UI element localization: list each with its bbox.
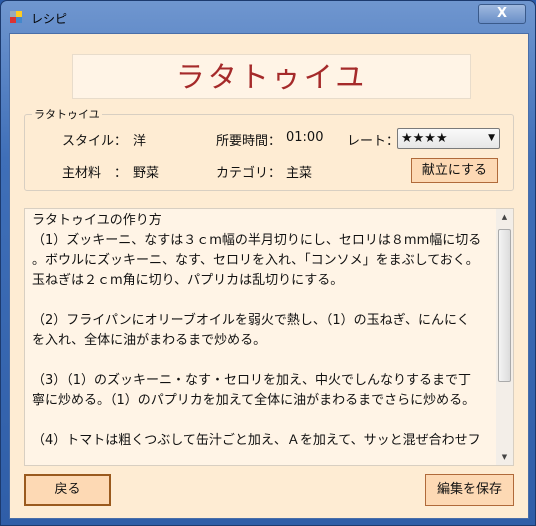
instructions-textbox[interactable]: ラタトゥイユの作り方 （1）ズッキーニ、なすは３ｃm幅の半月切りにし、セロリは８m… (24, 208, 514, 466)
style-label: スタイル： (62, 134, 128, 149)
instruction-line: ラタトゥイユの作り方 (32, 213, 162, 228)
instructions-text: ラタトゥイユの作り方 （1）ズッキーニ、なすは３ｃm幅の半月切りにし、セロリは８m… (32, 211, 492, 451)
back-button[interactable]: 戻る (24, 474, 111, 506)
window-title: レシピ (31, 12, 68, 26)
instruction-line: （3）（1）のズッキーニ・なす・セロリを加え、中火でしんなりするまで丁 (32, 373, 472, 388)
instruction-line (32, 351, 492, 371)
recipe-window: レシピ X ラタトゥイユ ラタトゥイユ スタイル： 洋 所要時間： 01:00 … (0, 0, 536, 526)
instruction-line (32, 291, 492, 311)
client-area: ラタトゥイユ ラタトゥイユ スタイル： 洋 所要時間： 01:00 レート： ★… (9, 33, 529, 519)
instruction-line: 寧に炒める。（1）のパプリカを加えて全体に油がまわるまでさらに炒める。 (32, 393, 476, 408)
instruction-line: 。ボウルにズッキーニ、なす、セロリを入れ、「コンソメ」をまぶしておく。 (32, 253, 479, 268)
add-to-menu-button[interactable]: 献立にする (411, 158, 498, 183)
instruction-line: （1）ズッキーニ、なすは３ｃm幅の半月切りにし、セロリは８mm幅に切る (32, 233, 482, 248)
rate-value: ★★★★ (401, 131, 448, 146)
chevron-down-icon: ▼ (488, 133, 495, 143)
recipe-title-box: ラタトゥイユ (72, 54, 471, 99)
recipe-info-group: ラタトゥイユ スタイル： 洋 所要時間： 01:00 レート： ★★★★ ▼ 主材… (24, 106, 514, 191)
scroll-up-icon[interactable]: ▲ (496, 209, 513, 225)
title-bar[interactable]: レシピ X (1, 1, 535, 33)
recipe-title: ラタトゥイユ (175, 60, 368, 94)
rate-label: レート： (347, 134, 400, 149)
scroll-down-icon[interactable]: ▼ (496, 449, 513, 465)
ingredient-label: 主材料 ： (62, 166, 128, 181)
scrollbar-thumb[interactable] (498, 229, 511, 382)
time-value: 01:00 (286, 130, 324, 145)
instruction-line: 玉ねぎは２ｃm角に切り、パプリカは乱切りにする。 (32, 273, 344, 288)
category-value: 主菜 (286, 166, 313, 181)
instruction-line (32, 411, 492, 431)
vertical-scrollbar[interactable]: ▲ ▼ (496, 209, 513, 465)
category-label: カテゴリ： (216, 166, 282, 181)
instruction-line: （4）トマトは粗くつぶして缶汁ごと加え、Ａを加えて、サッと混ぜ合わせフ (32, 433, 481, 448)
rate-dropdown[interactable]: ★★★★ ▼ (397, 128, 500, 149)
ingredient-value: 野菜 (133, 166, 160, 181)
style-value: 洋 (133, 134, 147, 149)
save-edit-button[interactable]: 編集を保存 (425, 474, 514, 506)
close-button[interactable]: X (478, 4, 526, 24)
time-label: 所要時間： (216, 134, 282, 149)
app-icon (10, 11, 24, 24)
instruction-line: （2）フライパンにオリーブオイルを弱火で熱し、（1）の玉ねぎ、にんにく (32, 313, 470, 328)
instruction-line: を入れ、全体に油がまわるまで炒める。 (32, 333, 267, 348)
group-label: ラタトゥイユ (32, 106, 102, 122)
